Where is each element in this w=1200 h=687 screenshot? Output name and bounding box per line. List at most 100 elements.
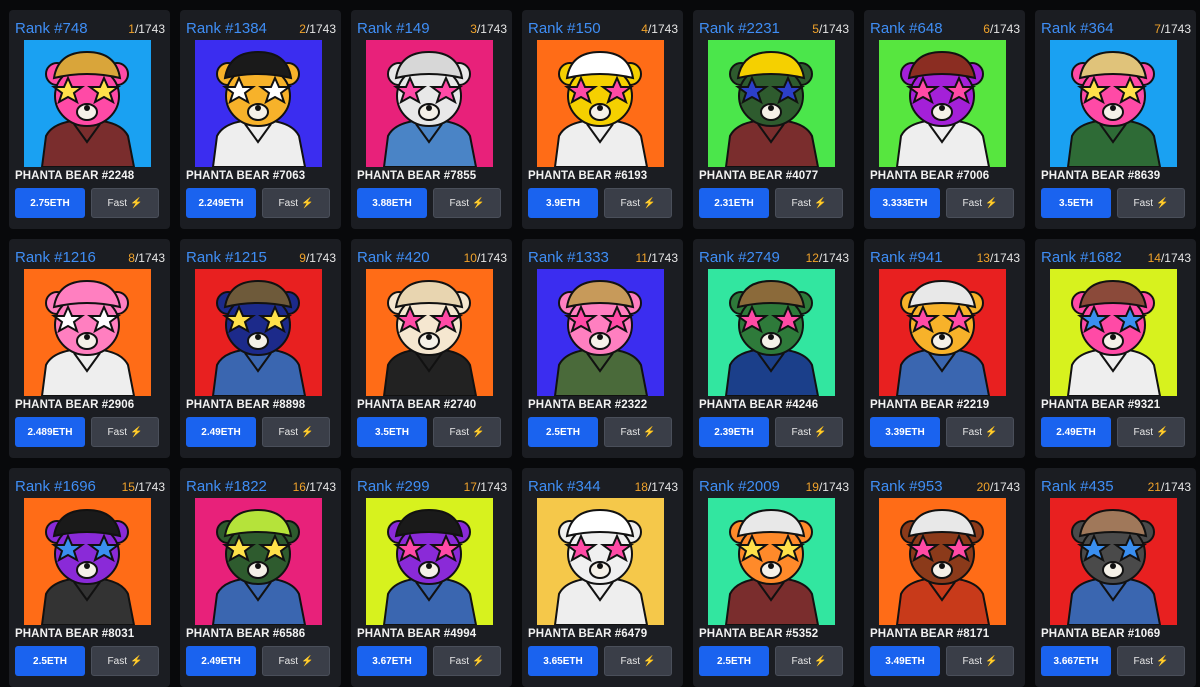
- nft-image[interactable]: [24, 498, 151, 625]
- bear-illustration: [24, 40, 151, 167]
- nft-image[interactable]: [1050, 269, 1177, 396]
- nft-image[interactable]: [537, 498, 664, 625]
- nft-image[interactable]: [24, 40, 151, 167]
- nft-card[interactable]: Rank #1822 16/1743 PHANTA BEAR #6586 2.4…: [180, 468, 341, 687]
- nft-image[interactable]: [195, 498, 322, 625]
- fast-buy-button[interactable]: Fast ⚡: [1117, 417, 1185, 447]
- nft-card[interactable]: Rank #420 10/1743 PHANTA BEAR #2740 3.5E…: [351, 239, 512, 458]
- fast-buy-button[interactable]: Fast ⚡: [433, 417, 501, 447]
- nft-image[interactable]: [879, 40, 1006, 167]
- fast-label: Fast: [278, 197, 298, 209]
- buy-price-button[interactable]: 3.5ETH: [357, 417, 427, 447]
- buy-price-button[interactable]: 3.88ETH: [357, 188, 427, 218]
- fast-buy-button[interactable]: Fast ⚡: [262, 188, 330, 218]
- bear-illustration: [879, 498, 1006, 625]
- nft-card[interactable]: Rank #1216 8/1743 PHANTA BEAR #2906 2.48…: [9, 239, 170, 458]
- fast-buy-button[interactable]: Fast ⚡: [91, 188, 159, 218]
- position-total: 1743: [993, 251, 1020, 265]
- buy-price-button[interactable]: 2.5ETH: [699, 646, 769, 676]
- nft-card[interactable]: Rank #941 13/1743 PHANTA BEAR #2219 3.39…: [864, 239, 1025, 458]
- nft-image[interactable]: [195, 269, 322, 396]
- nft-card[interactable]: Rank #2009 19/1743 PHANTA BEAR #5352 2.5…: [693, 468, 854, 687]
- fast-buy-button[interactable]: Fast ⚡: [91, 646, 159, 676]
- nft-card[interactable]: Rank #748 1/1743 PHANTA BEAR #2248 2.75E…: [9, 10, 170, 229]
- buy-price-button[interactable]: 3.65ETH: [528, 646, 598, 676]
- nft-image[interactable]: [537, 269, 664, 396]
- nft-card[interactable]: Rank #149 3/1743 PHANTA BEAR #7855 3.88E…: [351, 10, 512, 229]
- buy-price-button[interactable]: 2.49ETH: [186, 646, 256, 676]
- nft-card[interactable]: Rank #2749 12/1743 PHANTA BEAR #4246 2.3…: [693, 239, 854, 458]
- nft-image[interactable]: [1050, 40, 1177, 167]
- fast-buy-button[interactable]: Fast ⚡: [262, 417, 330, 447]
- buy-price-button[interactable]: 3.39ETH: [870, 417, 940, 447]
- nft-card[interactable]: Rank #1333 11/1743 PHANTA BEAR #2322 2.5…: [522, 239, 683, 458]
- buy-price-button[interactable]: 2.39ETH: [699, 417, 769, 447]
- nft-image[interactable]: [537, 40, 664, 167]
- fast-buy-button[interactable]: Fast ⚡: [946, 188, 1014, 218]
- buy-price-button[interactable]: 3.667ETH: [1041, 646, 1111, 676]
- buy-price-button[interactable]: 3.67ETH: [357, 646, 427, 676]
- bear-illustration: [708, 269, 835, 396]
- buy-price-button[interactable]: 2.5ETH: [15, 646, 85, 676]
- fast-label: Fast: [107, 655, 127, 667]
- fast-buy-button[interactable]: Fast ⚡: [775, 188, 843, 218]
- fast-buy-button[interactable]: Fast ⚡: [604, 417, 672, 447]
- nft-card[interactable]: Rank #299 17/1743 PHANTA BEAR #4994 3.67…: [351, 468, 512, 687]
- nft-name: PHANTA BEAR #8171: [870, 628, 990, 640]
- nft-card[interactable]: Rank #1384 2/1743 PHANTA BEAR #7063 2.24…: [180, 10, 341, 229]
- fast-buy-button[interactable]: Fast ⚡: [1117, 188, 1185, 218]
- buy-price-button[interactable]: 2.489ETH: [15, 417, 85, 447]
- nft-card[interactable]: Rank #1682 14/1743 PHANTA BEAR #9321 2.4…: [1035, 239, 1196, 458]
- nft-card[interactable]: Rank #344 18/1743 PHANTA BEAR #6479 3.65…: [522, 468, 683, 687]
- nft-image[interactable]: [879, 498, 1006, 625]
- fast-buy-button[interactable]: Fast ⚡: [775, 646, 843, 676]
- nft-card[interactable]: Rank #1696 15/1743 PHANTA BEAR #8031 2.5…: [9, 468, 170, 687]
- nft-card[interactable]: Rank #1215 9/1743 PHANTA BEAR #8898 2.49…: [180, 239, 341, 458]
- buy-price-button[interactable]: 3.333ETH: [870, 188, 940, 218]
- nft-card[interactable]: Rank #435 21/1743 PHANTA BEAR #1069 3.66…: [1035, 468, 1196, 687]
- rank-label: Rank #420: [357, 249, 430, 266]
- nft-image[interactable]: [366, 498, 493, 625]
- nft-image[interactable]: [708, 498, 835, 625]
- nft-image[interactable]: [1050, 498, 1177, 625]
- fast-buy-button[interactable]: Fast ⚡: [604, 188, 672, 218]
- rank-label: Rank #2231: [699, 20, 780, 37]
- fast-buy-button[interactable]: Fast ⚡: [775, 417, 843, 447]
- nft-image[interactable]: [708, 269, 835, 396]
- position-label: 11/1743: [635, 251, 678, 265]
- nft-card[interactable]: Rank #953 20/1743 PHANTA BEAR #8171 3.49…: [864, 468, 1025, 687]
- fast-buy-button[interactable]: Fast ⚡: [946, 646, 1014, 676]
- position-current: 9: [299, 251, 306, 265]
- nft-image[interactable]: [195, 40, 322, 167]
- buy-price-button[interactable]: 2.75ETH: [15, 188, 85, 218]
- nft-image[interactable]: [879, 269, 1006, 396]
- nft-card[interactable]: Rank #2231 5/1743 PHANTA BEAR #4077 2.31…: [693, 10, 854, 229]
- nft-image[interactable]: [366, 269, 493, 396]
- fast-buy-button[interactable]: Fast ⚡: [91, 417, 159, 447]
- buy-price-button[interactable]: 2.249ETH: [186, 188, 256, 218]
- nft-name: PHANTA BEAR #7855: [357, 170, 477, 182]
- nft-card[interactable]: Rank #648 6/1743 PHANTA BEAR #7006 3.333…: [864, 10, 1025, 229]
- nft-card[interactable]: Rank #150 4/1743 PHANTA BEAR #6193 3.9ET…: [522, 10, 683, 229]
- fast-buy-button[interactable]: Fast ⚡: [604, 646, 672, 676]
- buy-price-button[interactable]: 2.49ETH: [1041, 417, 1111, 447]
- fast-buy-button[interactable]: Fast ⚡: [262, 646, 330, 676]
- buy-price-button[interactable]: 2.5ETH: [528, 417, 598, 447]
- bear-illustration: [366, 269, 493, 396]
- buy-price-button[interactable]: 3.5ETH: [1041, 188, 1111, 218]
- nft-image[interactable]: [366, 40, 493, 167]
- fast-buy-button[interactable]: Fast ⚡: [1117, 646, 1185, 676]
- nft-image[interactable]: [708, 40, 835, 167]
- buy-price-button[interactable]: 3.9ETH: [528, 188, 598, 218]
- fast-buy-button[interactable]: Fast ⚡: [433, 646, 501, 676]
- fast-buy-button[interactable]: Fast ⚡: [433, 188, 501, 218]
- nft-image[interactable]: [24, 269, 151, 396]
- fast-buy-button[interactable]: Fast ⚡: [946, 417, 1014, 447]
- position-current: 12: [805, 251, 819, 265]
- rank-label: Rank #364: [1041, 20, 1114, 37]
- nft-card[interactable]: Rank #364 7/1743 PHANTA BEAR #8639 3.5ET…: [1035, 10, 1196, 229]
- rank-label: Rank #150: [528, 20, 601, 37]
- buy-price-button[interactable]: 2.49ETH: [186, 417, 256, 447]
- buy-price-button[interactable]: 3.49ETH: [870, 646, 940, 676]
- buy-price-button[interactable]: 2.31ETH: [699, 188, 769, 218]
